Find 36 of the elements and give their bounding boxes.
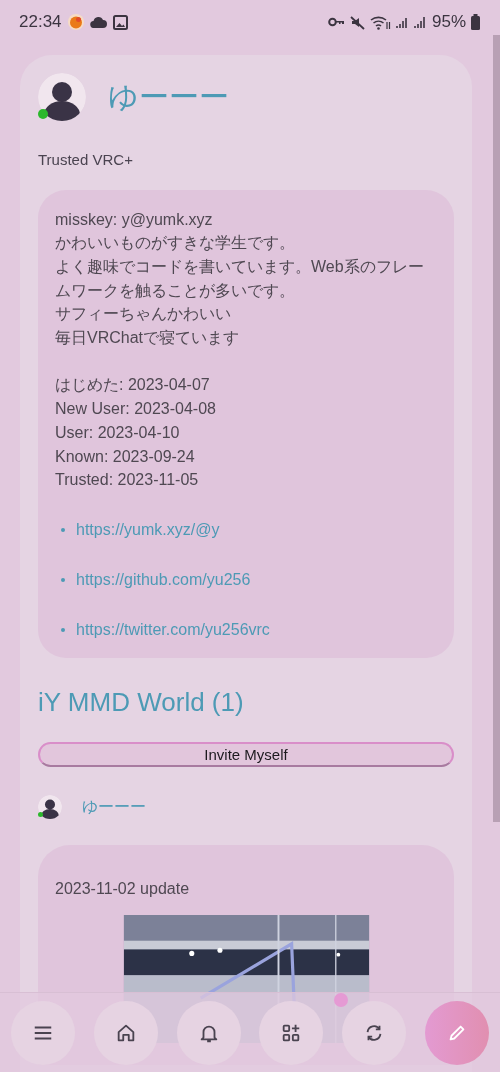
link[interactable]: https://yumk.xyz/@y: [76, 518, 220, 542]
signal-icon: [395, 15, 409, 29]
clock-time: 22:34: [19, 11, 62, 34]
bio-text: よく趣味でコードを書いています。Web系のフレームワークを触ることが多いです。: [55, 256, 425, 301]
rank-label: Trusted VRC+: [38, 150, 134, 170]
battery-percent: 95%: [431, 11, 466, 34]
profile-name: ゆーーー: [108, 82, 229, 112]
signal-icon: [413, 15, 427, 29]
mute-icon: [349, 14, 365, 30]
invite-button[interactable]: Invite Myself: [38, 741, 454, 767]
bio-text: Known: 2023-09-24: [55, 446, 196, 467]
link[interactable]: https://twitter.com/yu256vrc: [76, 618, 270, 642]
world-title: iY MMD World (1): [38, 685, 245, 718]
link[interactable]: https://github.com/yu256: [76, 568, 251, 592]
bio-text: サフィーちゃんかわいい: [55, 304, 232, 325]
bullet-icon: [61, 577, 65, 582]
bio-text: User: 2023-04-10: [55, 422, 181, 443]
author-name: ゆーーー: [82, 796, 146, 817]
cloud-icon: [89, 16, 107, 28]
scrollbar[interactable]: [493, 35, 500, 822]
app-icon: [67, 14, 84, 30]
wifi-icon: [369, 14, 391, 30]
description-text: 2023-11-02 update: [55, 878, 191, 899]
avatar-icon: [38, 73, 86, 121]
battery-icon: [471, 14, 480, 30]
bio-text: はじめた: 2023-04-07: [55, 375, 211, 396]
bio-text: 毎日VRChatで寝ています: [55, 328, 241, 348]
bio-text: misskey: y@yumk.xyz: [55, 209, 214, 230]
bio-text: New User: 2023-04-08: [55, 399, 217, 420]
bio-text: かわいいものがすきな学生です。: [55, 233, 296, 254]
bullet-icon: [61, 527, 65, 532]
image-icon: [112, 14, 128, 30]
avatar-icon: [38, 794, 62, 819]
bio-text: Trusted: 2023-11-05: [55, 470, 200, 491]
key-icon: [327, 17, 345, 27]
bullet-icon: [61, 627, 65, 632]
